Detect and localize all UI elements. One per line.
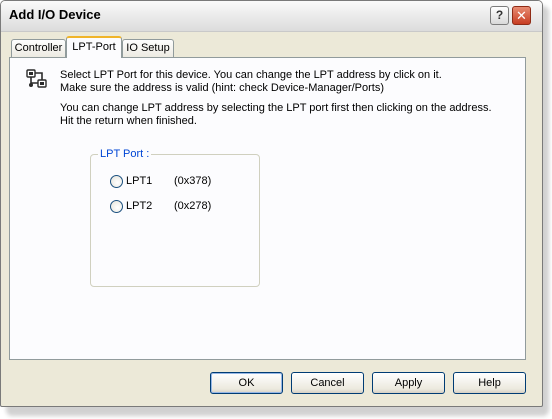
lpt1-label[interactable]: LPT1 bbox=[126, 175, 152, 187]
info-text: Select LPT Port for this device. You can… bbox=[60, 69, 492, 128]
apply-button[interactable]: Apply bbox=[372, 372, 445, 394]
close-button[interactable]: ✕ bbox=[512, 6, 531, 25]
lpt1-radio[interactable] bbox=[110, 175, 123, 188]
lpt2-address[interactable]: (0x278) bbox=[174, 200, 211, 212]
ok-button[interactable]: OK bbox=[210, 372, 283, 394]
info-line-2: Make sure the address is valid (hint: ch… bbox=[60, 82, 385, 94]
tab-controller[interactable]: Controller bbox=[11, 39, 66, 58]
help-title-button[interactable]: ? bbox=[490, 6, 509, 25]
lpt1-address[interactable]: (0x378) bbox=[174, 175, 211, 187]
lpt-port-group bbox=[90, 154, 260, 287]
tab-io-setup[interactable]: IO Setup bbox=[122, 39, 174, 58]
title-bar[interactable]: Add I/O Device ? ✕ bbox=[1, 1, 542, 32]
lpt2-label[interactable]: LPT2 bbox=[126, 200, 152, 212]
network-plug-icon bbox=[26, 69, 47, 88]
help-button[interactable]: Help bbox=[453, 372, 526, 394]
info-line-4: Hit the return when finished. bbox=[60, 115, 197, 127]
cancel-button[interactable]: Cancel bbox=[291, 372, 364, 394]
window-title: Add I/O Device bbox=[9, 7, 101, 22]
info-line-3: You can change LPT address by selecting … bbox=[60, 102, 492, 114]
lpt-port-panel: Select LPT Port for this device. You can… bbox=[9, 57, 526, 360]
tab-lpt-port[interactable]: LPT-Port bbox=[66, 36, 122, 58]
lpt-port-group-legend: LPT Port : bbox=[98, 148, 152, 160]
lpt2-radio[interactable] bbox=[110, 200, 123, 213]
info-line-1: Select LPT Port for this device. You can… bbox=[60, 69, 442, 81]
add-io-device-dialog: Add I/O Device ? ✕ Controller LPT-Port I… bbox=[0, 0, 543, 407]
